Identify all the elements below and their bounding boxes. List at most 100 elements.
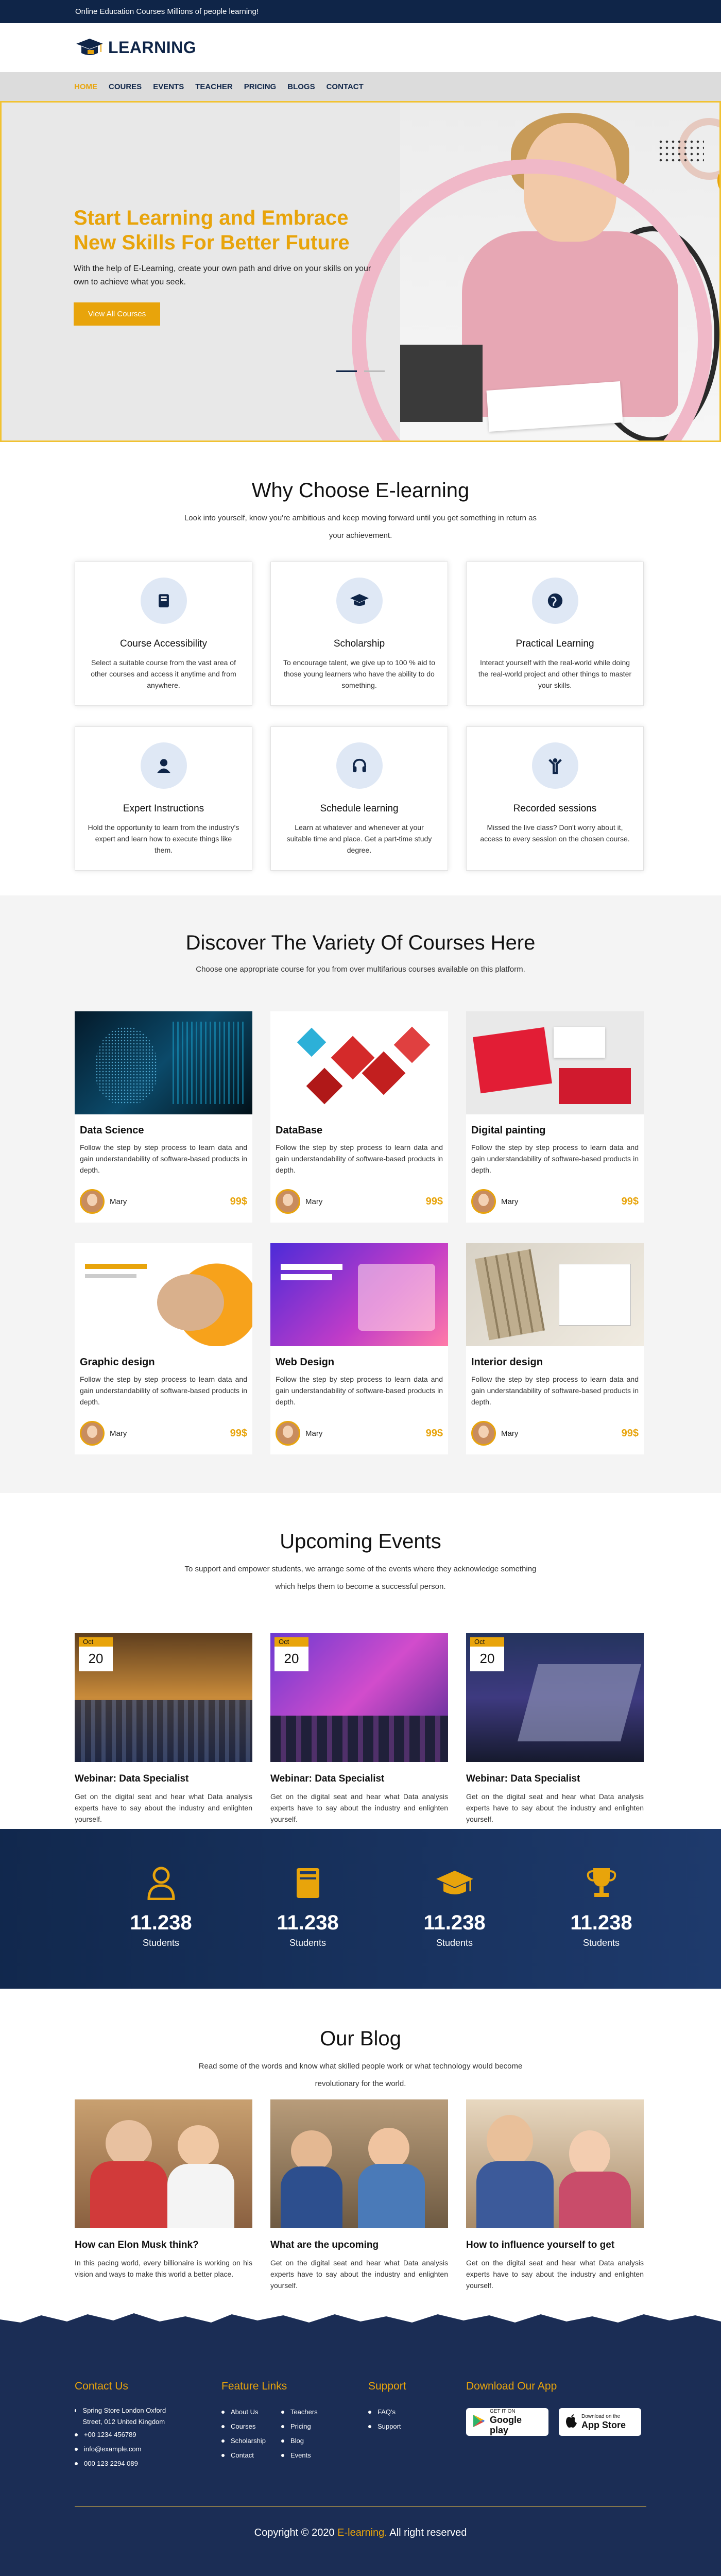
copyright-suffix: All right reserved <box>389 2527 467 2538</box>
footer-link[interactable]: Pricing <box>281 2419 318 2434</box>
person-body-shape <box>476 2161 554 2228</box>
footer-download-app: Download Our App GET IT ON Google play D… <box>466 2380 641 2471</box>
blog-image <box>270 2099 448 2228</box>
stat-value: 11.238 <box>423 1911 486 1934</box>
footer-link[interactable]: Support <box>368 2419 466 2434</box>
author-name: Mary <box>110 1429 127 1438</box>
course-card[interactable]: Data Science Follow the step by step pro… <box>75 1011 252 1223</box>
nav-blogs[interactable]: BLOGS <box>287 82 315 91</box>
blog-post-title[interactable]: What are the upcoming <box>270 2240 448 2251</box>
footer-feature-title: Feature Links <box>221 2380 287 2392</box>
blog-image <box>466 2099 644 2228</box>
person-head-shape <box>487 2115 533 2166</box>
google-play-icon <box>472 2414 486 2431</box>
user-outline-icon <box>88 1865 234 1901</box>
event-title: Webinar: Data Specialist <box>270 1773 385 1784</box>
trophy-icon <box>528 1865 675 1901</box>
nav-pricing[interactable]: PRICING <box>244 82 277 91</box>
stat-value: 11.238 <box>277 1911 339 1934</box>
app-store-small: Download on the <box>581 2414 621 2419</box>
footer-link[interactable]: Scholarship <box>221 2434 266 2448</box>
course-card[interactable]: Graphic design Follow the step by step p… <box>75 1243 252 1454</box>
footer-contact-title: Contact Us <box>75 2380 128 2392</box>
course-card[interactable]: Interior design Follow the step by step … <box>466 1243 644 1454</box>
graduation-cap-logo-icon <box>74 36 104 60</box>
blog-title: Our Blog <box>320 2027 401 2050</box>
stat-value: 11.238 <box>570 1911 632 1934</box>
event-text: Get on the digital seat and hear what Da… <box>466 1792 644 1823</box>
nav-events[interactable]: EVENTS <box>153 82 184 91</box>
copyright: Copyright © 2020 E-learning. All right r… <box>0 2527 721 2539</box>
logo[interactable]: LEARNING <box>74 36 196 60</box>
footer-link-label: Blog <box>290 2437 304 2445</box>
slider-dot-2[interactable] <box>364 370 385 372</box>
why-card: Scholarship To encourage talent, we give… <box>270 562 448 706</box>
course-card[interactable]: Web Design Follow the step by step proce… <box>270 1243 448 1454</box>
footer-link[interactable]: FAQ's <box>368 2405 466 2419</box>
nav-home[interactable]: HOME <box>74 82 97 91</box>
events-subtitle: To support and empower students, we arra… <box>184 1565 537 1591</box>
audience-shape <box>270 1716 448 1762</box>
event-card[interactable]: Oct 20 Webinar: Data Specialist Get on t… <box>75 1633 252 1825</box>
stat-label: Students <box>142 1938 180 1948</box>
footer-phone[interactable]: +00 1234 456789 <box>75 2428 221 2442</box>
blog-post-title[interactable]: How can Elon Musk think? <box>75 2240 252 2251</box>
footer-feature-links: Feature Links About Us Courses Scholarsh… <box>221 2380 368 2471</box>
bullet-icon <box>368 2425 371 2428</box>
why-title: Why Choose E-learning <box>251 479 470 502</box>
footer-support-title: Support <box>368 2380 406 2392</box>
event-month: Oct <box>274 1637 308 1647</box>
footer-link-label: Events <box>290 2451 311 2459</box>
why-card-text: Hold the opportunity to learn from the i… <box>88 823 239 854</box>
course-card[interactable]: DataBase Follow the step by step process… <box>270 1011 448 1223</box>
event-card[interactable]: Oct 20 Webinar: Data Specialist Get on t… <box>466 1633 644 1825</box>
blog-post-title[interactable]: How to influence yourself to get <box>466 2240 644 2251</box>
slider-dot-1[interactable] <box>336 370 357 372</box>
blog-card[interactable]: What are the upcoming Get on the digital… <box>270 2099 448 2291</box>
footer-email[interactable]: info@example.com <box>75 2442 221 2456</box>
card-shape <box>473 1027 552 1094</box>
blog-card[interactable]: How to influence yourself to get Get on … <box>466 2099 644 2291</box>
event-image: Oct 20 <box>270 1633 448 1762</box>
copyright-brand[interactable]: E-learning. <box>337 2527 387 2538</box>
course-image-data-science <box>75 1011 252 1114</box>
top-bar: Online Education Courses Millions of peo… <box>0 0 721 23</box>
app-store-button[interactable]: Download on the App Store <box>559 2408 641 2436</box>
headset-icon <box>336 742 383 789</box>
footer-columns: Contact Us Spring Store London Oxford St… <box>75 2380 641 2471</box>
author-name: Mary <box>501 1429 519 1438</box>
course-price: 99$ <box>425 1427 443 1439</box>
footer-link[interactable]: Teachers <box>281 2405 318 2419</box>
avatar <box>80 1421 105 1446</box>
course-title: Web Design <box>276 1357 335 1368</box>
view-all-courses-button[interactable]: View All Courses <box>74 302 161 326</box>
event-day: 20 <box>479 1651 495 1666</box>
course-image-database <box>270 1011 448 1114</box>
why-card-title: Scholarship <box>333 638 385 649</box>
blog-post-text: Get on the digital seat and hear what Da… <box>466 2259 644 2290</box>
nav-courses[interactable]: COURES <box>109 82 142 91</box>
footer-link[interactable]: Courses <box>221 2419 266 2434</box>
why-card-text: Learn at whatever and whenever at your s… <box>286 823 432 854</box>
event-card[interactable]: Oct 20 Webinar: Data Specialist Get on t… <box>270 1633 448 1825</box>
events-title: Upcoming Events <box>280 1530 441 1553</box>
nav-contact[interactable]: CONTACT <box>327 82 364 91</box>
footer-link[interactable]: Contact <box>221 2448 266 2463</box>
footer-link[interactable]: Events <box>281 2448 318 2463</box>
event-title: Webinar: Data Specialist <box>466 1773 580 1784</box>
person-body-shape <box>281 2166 342 2228</box>
footer-link[interactable]: Blog <box>281 2434 318 2448</box>
bullet-icon <box>368 2411 371 2414</box>
person-head-shape <box>291 2130 332 2172</box>
footer-link[interactable]: About Us <box>221 2405 266 2419</box>
phone-text: +00 1234 456789 <box>84 2431 136 2438</box>
avatar <box>471 1421 496 1446</box>
course-title: Graphic design <box>80 1357 155 1368</box>
blog-card[interactable]: How can Elon Musk think? In this pacing … <box>75 2099 252 2291</box>
footer-fax[interactable]: 000 123 2294 089 <box>75 2456 221 2471</box>
course-card[interactable]: Digital painting Follow the step by step… <box>466 1011 644 1223</box>
nav-teacher[interactable]: TEACHER <box>195 82 233 91</box>
swatch-shape <box>474 1249 545 1341</box>
stat-item: 11.238 Students <box>234 1865 381 1948</box>
google-play-button[interactable]: GET IT ON Google play <box>466 2408 548 2436</box>
